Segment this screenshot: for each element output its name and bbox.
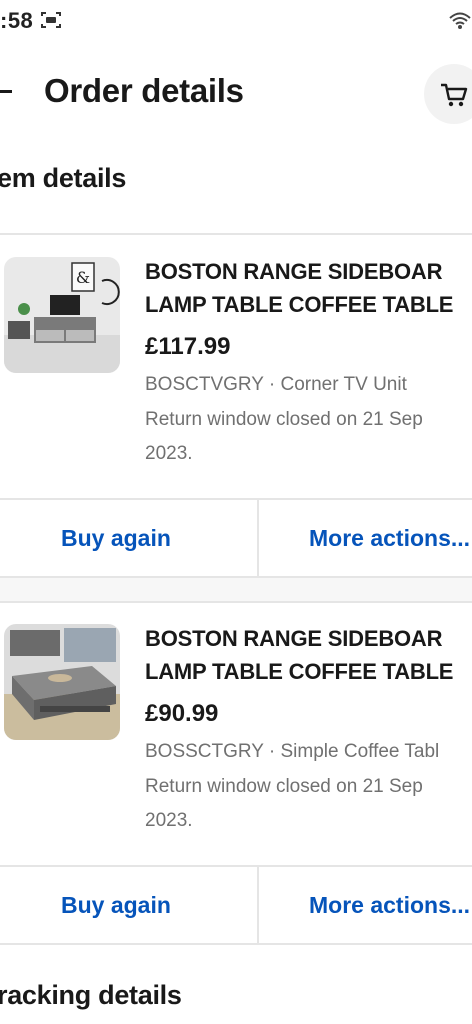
divider — [0, 233, 472, 235]
cart-button[interactable] — [424, 64, 472, 124]
divider — [0, 601, 472, 603]
status-time: :58 — [0, 8, 34, 33]
back-arrow-icon[interactable] — [0, 90, 12, 93]
more-actions-button[interactable]: More actions... — [309, 500, 470, 576]
buy-again-button[interactable]: Buy again — [61, 867, 171, 943]
item-actions: Buy again More actions... — [0, 865, 472, 945]
action-divider — [257, 500, 259, 576]
more-actions-button[interactable]: More actions... — [309, 867, 470, 943]
item-title-line-2[interactable]: LAMP TABLE COFFEE TABLE — [145, 288, 472, 321]
action-divider — [257, 867, 259, 943]
svg-text:&: & — [76, 268, 90, 287]
return-window-note: Return window closed on 21 Sep 2023. — [145, 409, 423, 464]
item-variant: BOSSCTGRY · Simple Coffee Tabl — [145, 741, 440, 762]
item-title-line-1[interactable]: BOSTON RANGE SIDEBOAR — [145, 255, 472, 288]
item-price: £117.99 — [145, 333, 231, 360]
item-title-line-1[interactable]: BOSTON RANGE SIDEBOAR — [145, 622, 472, 655]
item-details-heading: em details — [0, 163, 127, 193]
cart-icon — [441, 83, 468, 107]
item-price: £90.99 — [145, 700, 219, 727]
item-thumbnail[interactable]: & — [4, 257, 120, 373]
return-window-note: Return window closed on 21 Sep 2023. — [145, 776, 423, 831]
buy-again-button[interactable]: Buy again — [61, 500, 171, 576]
item-variant: BOSCTVGRY · Corner TV Unit — [145, 374, 407, 395]
wifi-icon — [448, 10, 472, 32]
item-actions: Buy again More actions... — [0, 498, 472, 578]
item-thumbnail[interactable] — [4, 624, 120, 740]
tracking-details-heading: racking details — [0, 980, 182, 1010]
page-title: Order details — [44, 72, 244, 109]
item-title-line-2[interactable]: LAMP TABLE COFFEE TABLE — [145, 655, 472, 688]
section-gap — [0, 578, 472, 602]
screen-record-icon — [40, 10, 62, 30]
